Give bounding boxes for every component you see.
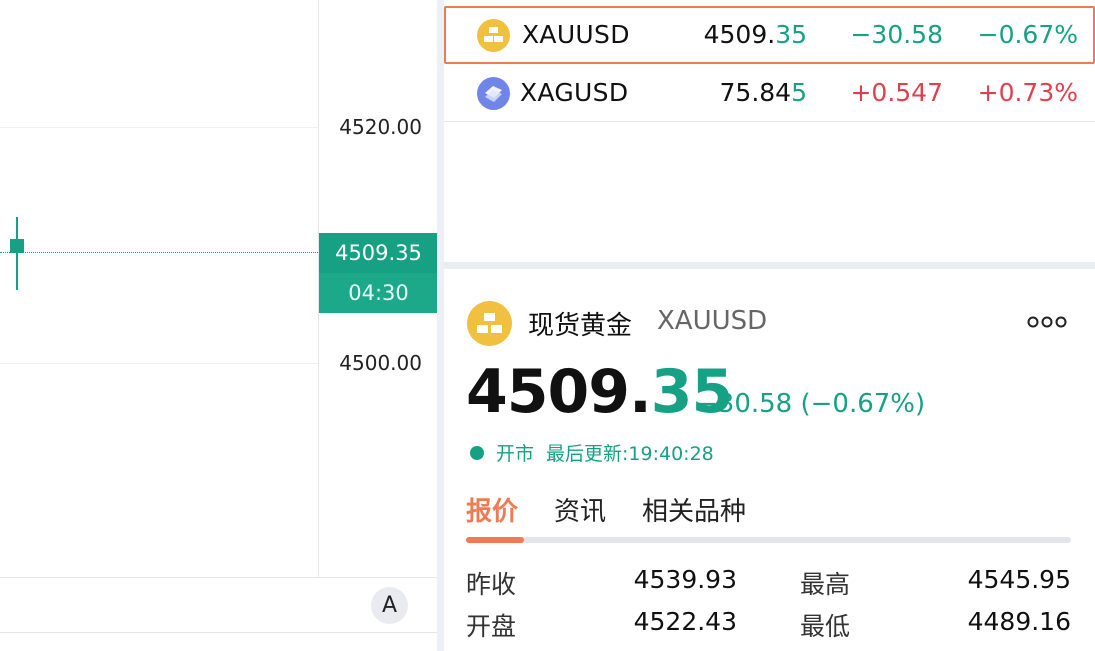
instrument-detail: 现货黄金 XAUUSD 4509.35 −30.58 (−0.67%) 开市 最… [444, 269, 1095, 651]
gold-bars-icon [477, 19, 510, 52]
instrument-symbol: XAUUSD [657, 306, 768, 336]
high-label: 最高 [800, 570, 851, 599]
current-price-line [0, 252, 318, 253]
last-update-time: 最后更新:19:40:28 [546, 443, 714, 465]
market-status: 开市 最后更新:19:40:28 [470, 439, 714, 466]
prev-close-value: 4539.93 [633, 565, 737, 594]
last-price: 4509.35 [466, 357, 733, 427]
plot-area[interactable] [0, 0, 318, 577]
axis-label-4500: 4500.00 [339, 351, 422, 375]
candle-body [10, 239, 24, 253]
watchlist: XAUUSD 4509.35 −30.58 −0.67% XAGUSD 75.8… [444, 0, 1095, 262]
time-axis-bar: A [0, 577, 437, 633]
watchlist-price: 4509.35 [704, 6, 807, 64]
candle-wick [16, 217, 18, 290]
price-tail: 35 [775, 20, 807, 49]
tab-quote[interactable]: 报价 [466, 491, 518, 528]
watchlist-row-xauusd[interactable]: XAUUSD 4509.35 −30.58 −0.67% [444, 6, 1095, 64]
open-label: 开盘 [466, 612, 517, 641]
tab-news[interactable]: 资讯 [554, 491, 606, 528]
low-value: 4489.16 [967, 607, 1071, 636]
watchlist-change: +0.547 [850, 78, 943, 107]
watchlist-price: 75.845 [720, 64, 807, 122]
watchlist-change-pct: +0.73% [977, 78, 1078, 107]
price-tail: 5 [791, 78, 807, 107]
price-main: 75.84 [719, 78, 792, 107]
open-value: 4522.43 [633, 607, 737, 636]
current-price-tag: 4509.35 [319, 233, 438, 273]
price-main: 4509. [703, 20, 776, 49]
watchlist-divider[interactable] [444, 262, 1095, 269]
tab-track [466, 537, 1071, 543]
gridline [0, 363, 318, 364]
panel-divider[interactable] [437, 0, 444, 651]
active-tab-indicator [466, 537, 524, 543]
auto-scale-button[interactable]: A [371, 587, 408, 624]
gold-bars-icon [467, 301, 512, 346]
prev-close-label: 昨收 [466, 570, 517, 599]
app-root: 4520.00 4500.00 4509.35 04:30 A XAUUSD 4… [0, 0, 1095, 651]
last-price-main: 4509. [466, 357, 652, 427]
price-change: −30.58 (−0.67%) [696, 389, 926, 419]
high-value: 4545.95 [967, 565, 1071, 594]
more-dots-icon[interactable] [1027, 309, 1067, 335]
bar-countdown-tag: 04:30 [319, 273, 438, 313]
market-open-label: 开市 [496, 443, 535, 465]
instrument-name: 现货黄金 [528, 311, 633, 341]
chart-panel[interactable]: 4520.00 4500.00 4509.35 04:30 A [0, 0, 438, 651]
price-axis[interactable]: 4520.00 4500.00 4509.35 04:30 [318, 0, 438, 577]
tab-related[interactable]: 相关品种 [642, 491, 746, 528]
watchlist-change-pct: −0.67% [977, 20, 1078, 49]
watchlist-symbol: XAGUSD [520, 78, 629, 107]
silver-bars-icon [477, 77, 510, 110]
gridline [0, 127, 318, 128]
watchlist-row-xagusd[interactable]: XAGUSD 75.845 +0.547 +0.73% [444, 64, 1095, 122]
low-label: 最低 [800, 612, 851, 641]
status-dot-icon [470, 445, 484, 460]
axis-label-4520: 4520.00 [339, 115, 422, 139]
watchlist-change: −30.58 [850, 20, 943, 49]
watchlist-symbol: XAUUSD [522, 20, 630, 49]
